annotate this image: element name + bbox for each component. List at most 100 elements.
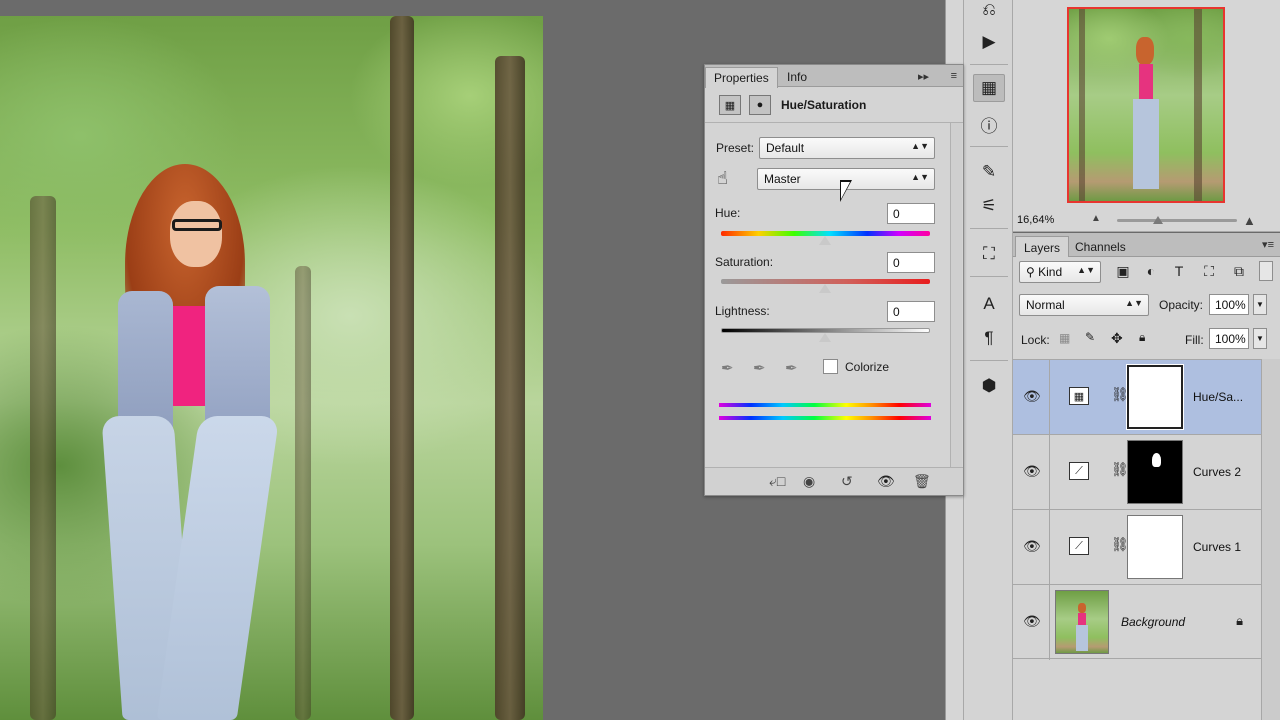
lock-all-icon[interactable]: 🔒︎ [1139,330,1145,345]
search-icon: ⚲ [1026,265,1039,279]
adjustment-layer-icon[interactable]: ▦ [719,95,741,115]
zoom-out-icon[interactable]: ▲ [1091,213,1101,224]
navigator-preview[interactable] [1067,7,1225,203]
layer-row-hue-saturation[interactable]: 👁︎ ▦ ⛓ Hue/Sa... [1013,359,1261,435]
properties-scrollbar[interactable] [950,123,962,467]
layer-row-curves-1[interactable]: 👁︎ ⟋ ⛓ Curves 1 [1013,509,1261,585]
blend-mode-label: Normal [1026,298,1065,312]
subject-glasses [172,219,222,231]
brush-presets-icon[interactable]: ✎ [973,158,1005,186]
tab-layers[interactable]: Layers [1015,236,1070,257]
fill-field[interactable]: 100% [1209,328,1249,349]
filter-adjustment-icon[interactable]: ◐ [1141,261,1161,281]
layer-filter-kind[interactable]: ⚲ Kind ▲▼ [1019,261,1101,283]
panel-menu-icon[interactable]: ≡ [951,70,957,82]
clip-to-layer-icon[interactable]: ⤶□ [769,473,785,490]
character-panel-icon[interactable]: A [973,290,1005,318]
lightness-field[interactable]: 0 [887,301,935,322]
filter-toggle[interactable] [1259,261,1273,281]
hue-saturation-adjustment-icon[interactable]: ▦ [1069,387,1089,405]
curves-adjustment-icon[interactable]: ⟋ [1069,537,1089,555]
filter-smart-object-icon[interactable]: ⧉ [1229,261,1249,281]
fill-label: Fill: [1185,333,1204,347]
background-thumbnail[interactable] [1055,590,1109,654]
colorize-checkbox[interactable] [823,359,838,374]
layer-row-curves-2[interactable]: 👁︎ ⟋ ⛓ Curves 2 [1013,434,1261,510]
layer-name[interactable]: Curves 1 [1193,540,1241,554]
opacity-label: Opacity: [1159,298,1204,312]
info-icon[interactable]: ⓘ [973,110,1005,138]
layers-menu-icon[interactable]: ▾≡ [1262,238,1274,251]
double-chevron-right-icon[interactable]: ▸▸ [918,70,929,83]
layer-mask-thumbnail[interactable] [1126,364,1184,430]
view-previous-state-icon[interactable]: ◉ [803,473,815,490]
tab-channels[interactable]: Channels [1067,236,1134,257]
layers-scrollbar[interactable] [1261,359,1280,720]
tab-info[interactable]: Info [779,67,815,88]
channel-value: Master [764,172,801,186]
lock-pixels-icon[interactable]: ✎ [1085,330,1095,344]
properties-title: Hue/Saturation [781,98,867,112]
subject-face [170,201,222,267]
saturation-slider-knob[interactable] [819,284,831,293]
hue-field[interactable]: 0 [887,203,935,224]
visibility-eye-icon[interactable]: 👁︎ [1023,463,1041,480]
preset-label: Preset: [716,141,755,155]
lock-position-icon[interactable]: ✥ [1111,330,1123,347]
colorize-label: Colorize [845,360,890,374]
lock-label: Lock: [1021,333,1050,347]
layer-mask-thumbnail[interactable] [1127,440,1183,504]
opacity-dropdown[interactable]: ▼ [1253,294,1267,315]
layer-name[interactable]: Background [1121,615,1185,629]
navigator-zoom-knob[interactable] [1153,216,1163,224]
delete-trash-icon[interactable]: 🗑︎ [913,473,931,490]
lightness-label: Lightness: [715,304,770,318]
layer-mask-thumbnail[interactable] [1127,515,1183,579]
saturation-field[interactable]: 0 [887,252,935,273]
opacity-field[interactable]: 100% [1209,294,1249,315]
visibility-eye-icon[interactable]: 👁︎ [1023,613,1041,630]
document-photo[interactable] [0,16,543,720]
layer-row-background[interactable]: 👁︎ Background 🔒︎ [1013,584,1261,660]
tab-properties[interactable]: Properties [705,67,778,88]
fill-dropdown[interactable]: ▼ [1253,328,1267,349]
navigator-zoom-slider[interactable] [1117,219,1237,222]
hue-label: Hue: [715,206,741,220]
3d-panel-icon[interactable]: ⬢ [973,372,1005,400]
eyedropper-icon[interactable]: ✒ [721,359,734,377]
targeted-adjustment-hand-icon[interactable]: ☝︎ [717,168,728,189]
mouse-pointer-icon [840,180,852,202]
filter-type-icon[interactable]: T [1169,261,1189,281]
adjustments-panel-icon[interactable]: ▦ [973,74,1005,102]
layer-name[interactable]: Curves 2 [1193,465,1241,479]
curves-adjustment-icon[interactable]: ⟋ [1069,462,1089,480]
blend-mode-select[interactable]: Normal ▲▼ [1019,294,1149,316]
toggle-visibility-eye-icon[interactable]: 👁︎ [877,473,895,490]
eyedropper-minus-icon[interactable]: ✒ [785,359,798,377]
navigator-zoom-value[interactable]: 16,64% [1017,214,1054,226]
preset-select[interactable]: Default ▲▼ [759,137,935,159]
layer-mask-icon[interactable]: ● [749,95,771,115]
hue-slider-knob[interactable] [819,236,831,245]
zoom-in-icon[interactable]: ▲ [1243,213,1256,228]
eyedropper-plus-icon[interactable]: ✒ [753,359,766,377]
actions-play-icon[interactable]: ▶ [973,28,1005,56]
paragraph-panel-icon[interactable]: ¶ [973,324,1005,352]
output-color-bar [719,416,931,420]
filter-pixel-icon[interactable]: ▣ [1113,261,1133,281]
properties-panel: Properties Info ▸▸ ≡ ▦ ● Hue/Saturation … [704,64,964,496]
input-color-bar [719,403,931,407]
reset-icon[interactable]: ↺ [841,473,853,490]
filter-shape-icon[interactable]: ⛶ [1199,261,1219,281]
lightness-slider-knob[interactable] [819,333,831,342]
history-icon[interactable]: ⎌ [973,0,1005,24]
layers-panel: Layers Channels ▾≡ ⚲ Kind ▲▼ ▣ ◐ T ⛶ ⧉ No… [1013,233,1280,720]
lock-transparent-icon[interactable]: ▦ [1059,331,1070,345]
filter-kind-label: Kind [1038,265,1063,279]
layer-name[interactable]: Hue/Sa... [1193,390,1243,404]
preset-value: Default [766,141,805,155]
visibility-eye-icon[interactable]: 👁︎ [1023,538,1041,555]
brush-settings-icon[interactable]: ⚟ [973,192,1005,220]
visibility-eye-icon[interactable]: 👁︎ [1023,388,1041,405]
clone-source-icon[interactable]: ⛶ [973,240,1005,268]
